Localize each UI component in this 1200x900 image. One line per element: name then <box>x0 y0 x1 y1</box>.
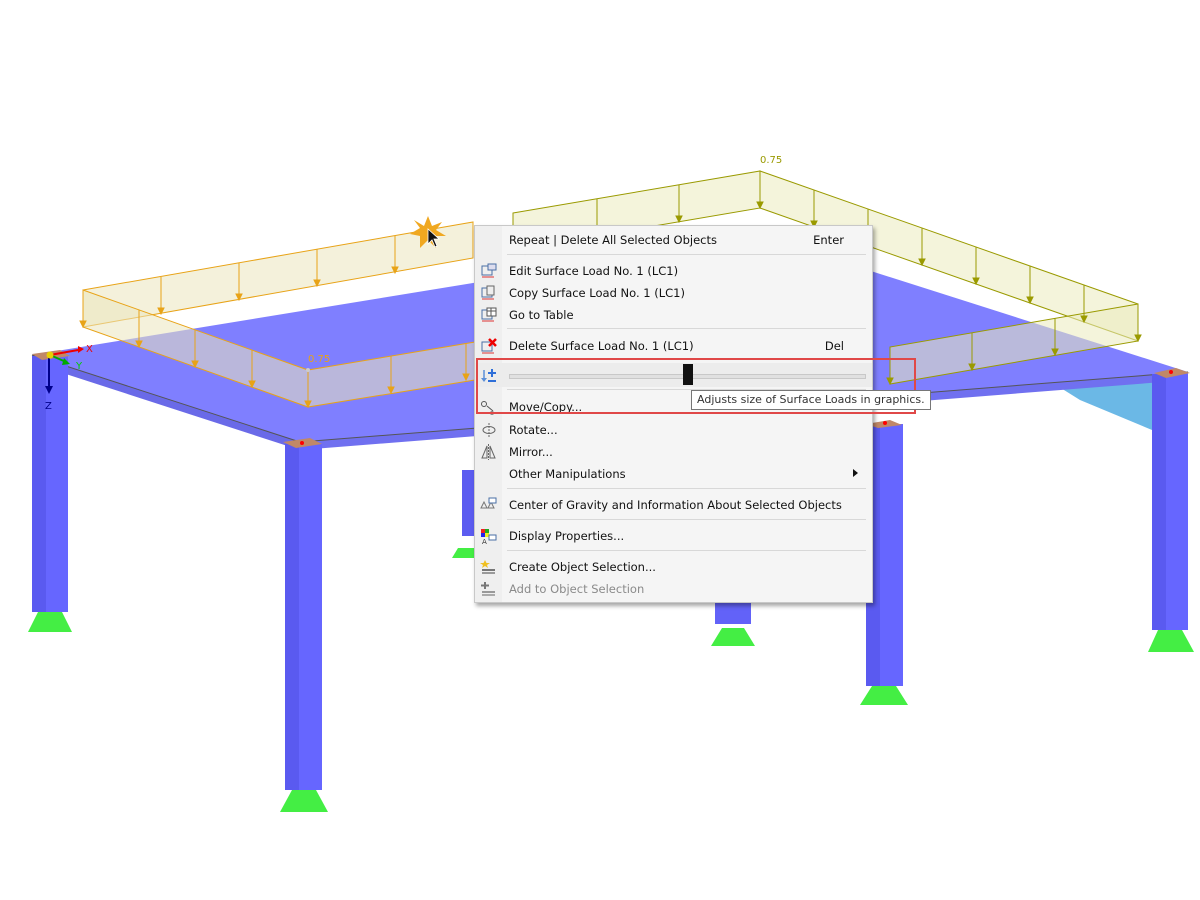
menu-item-mirror[interactable]: Mirror... <box>475 441 872 463</box>
y-axis-label: Y <box>75 361 83 372</box>
support <box>28 612 72 632</box>
copy-load-icon <box>481 285 495 300</box>
menu-item-shortcut: Del <box>824 339 844 353</box>
load-node <box>306 368 310 372</box>
menu-separator <box>507 254 866 255</box>
z-axis-label: Z <box>45 401 52 412</box>
menu-separator <box>507 550 866 551</box>
menu-item-create-object-selection[interactable]: Create Object Selection... <box>475 556 872 578</box>
menu-item-label: Add to Object Selection <box>509 582 645 596</box>
create-selection-icon <box>480 560 495 574</box>
support <box>860 686 908 705</box>
load-value-label: 0.75 <box>308 354 330 365</box>
display-properties-icon: A <box>481 529 497 544</box>
submenu-arrow-icon <box>853 469 858 477</box>
rotate-icon <box>482 423 496 437</box>
menu-separator <box>507 519 866 520</box>
load-value-label: 0.75 <box>760 155 782 166</box>
menu-item-repeat-delete-all-selected-objects[interactable]: Repeat | Delete All Selected Objects Ente… <box>475 229 872 251</box>
menu-separator <box>507 328 866 329</box>
menu-item-label: Edit Surface Load No. 1 (LC1) <box>509 264 679 278</box>
menu-item-copy-surface-load-no-1-lc1[interactable]: Copy Surface Load No. 1 (LC1) <box>475 282 872 304</box>
menu-item-other-manipulations[interactable]: Other Manipulations <box>475 463 872 485</box>
x-axis-label: X <box>86 344 93 355</box>
mirror-icon <box>481 444 496 460</box>
menu-item-rotate[interactable]: Rotate... <box>475 419 872 441</box>
context-menu: Repeat | Delete All Selected Objects Ente… <box>474 225 873 603</box>
menu-item-label: Go to Table <box>509 308 574 322</box>
menu-item-add-to-object-selection[interactable]: Add to Object Selection <box>475 578 872 600</box>
menu-item-label: Create Object Selection... <box>509 560 656 574</box>
menu-item-delete-surface-load-no-1-lc1[interactable]: Delete Surface Load No. 1 (LC1) Del <box>475 335 872 357</box>
menu-item-label: Copy Surface Load No. 1 (LC1) <box>509 286 685 300</box>
menu-item-label: Display Properties... <box>509 529 625 543</box>
column[interactable] <box>1152 368 1190 630</box>
tooltip: Adjusts size of Surface Loads in graphic… <box>691 390 931 410</box>
menu-item-go-to-table[interactable]: Go to Table <box>475 304 872 326</box>
support <box>280 790 328 812</box>
edit-load-icon <box>481 263 497 278</box>
svg-text:A: A <box>482 538 487 544</box>
menu-separator <box>507 488 866 489</box>
center-of-gravity-icon <box>480 497 497 509</box>
menu-item-center-of-gravity-and-information-about-selected-objects[interactable]: Center of Gravity and Information About … <box>475 494 872 516</box>
menu-item-label: Repeat | Delete All Selected Objects <box>509 233 717 247</box>
add-selection-icon <box>481 582 495 596</box>
column[interactable] <box>283 438 322 790</box>
delete-load-icon <box>481 338 497 354</box>
menu-item-label: Other Manipulations <box>509 467 626 481</box>
menu-item-edit-surface-load-no-1-lc1[interactable]: Edit Surface Load No. 1 (LC1) <box>475 260 872 282</box>
support <box>1148 630 1194 652</box>
menu-item-display-properties[interactable]: A Display Properties... <box>475 525 872 547</box>
support <box>711 628 755 646</box>
menu-item-label: Rotate... <box>509 423 558 437</box>
menu-item-shortcut: Enter <box>813 233 844 247</box>
menu-item-label: Center of Gravity and Information About … <box>509 498 842 512</box>
table-icon <box>481 307 497 322</box>
menu-item-label: Mirror... <box>509 445 553 459</box>
menu-item-label: Delete Surface Load No. 1 (LC1) <box>509 339 694 353</box>
